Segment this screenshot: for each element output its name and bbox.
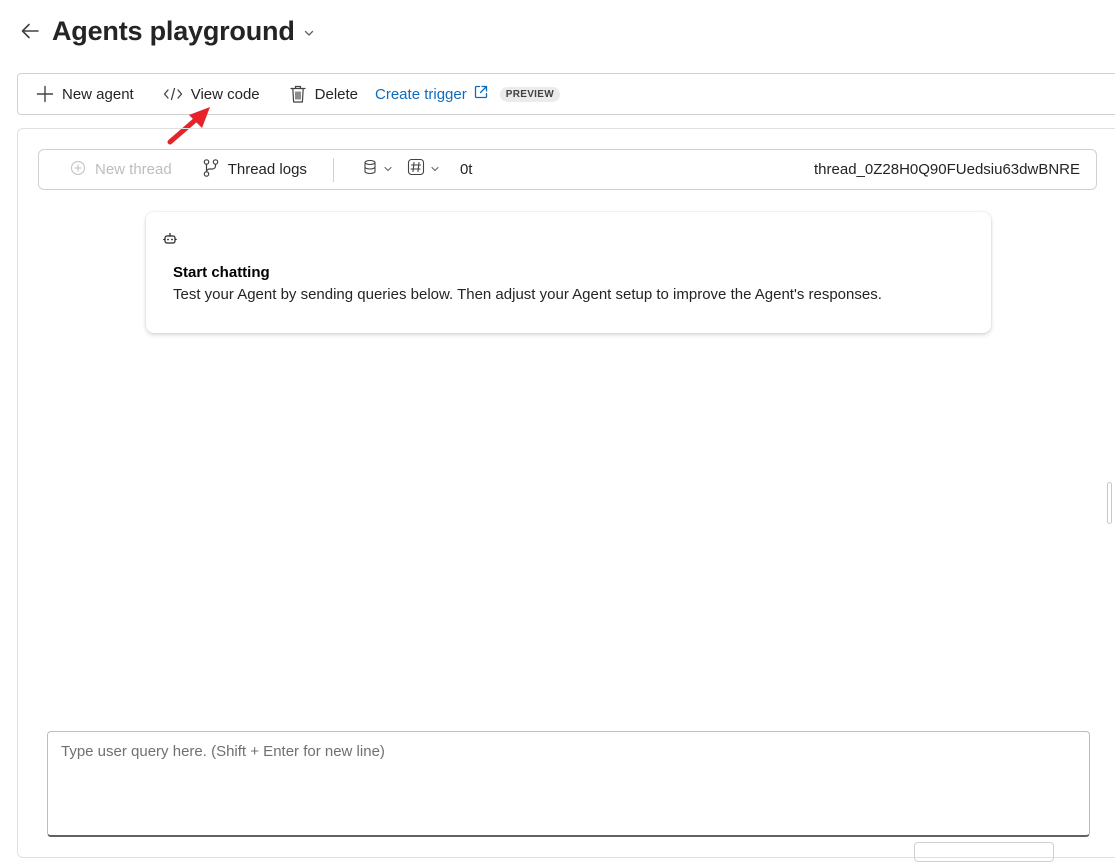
chevron-down-icon	[383, 161, 393, 179]
thread-id: thread_0Z28H0Q90FUedsiu63dwBNRE	[814, 161, 1080, 178]
panel-resize-handle[interactable]	[1107, 482, 1112, 524]
chevron-down-icon[interactable]	[303, 26, 317, 40]
code-icon	[163, 86, 183, 102]
page-title: Agents playground	[52, 15, 295, 46]
bot-icon	[163, 232, 177, 246]
database-icon	[362, 159, 378, 180]
view-code-label: View code	[190, 85, 260, 103]
view-code-button[interactable]: View code	[163, 78, 260, 110]
toolbar-divider	[332, 157, 334, 182]
card-description: Test your Agent by sending queries below…	[173, 286, 882, 303]
back-arrow-icon[interactable]	[18, 19, 42, 43]
user-query-field	[47, 731, 1090, 837]
token-count: 0t	[459, 161, 473, 178]
add-chat-icon	[69, 159, 87, 181]
hash-icon	[407, 158, 425, 181]
database-dropdown[interactable]	[362, 159, 393, 180]
new-thread-button[interactable]: New thread	[69, 159, 172, 181]
delete-button[interactable]: Delete	[289, 78, 358, 110]
thread-bar: New thread Thread logs 0t thread_0Z28H0Q…	[38, 149, 1097, 190]
chevron-down-icon	[430, 161, 440, 179]
delete-label: Delete	[314, 85, 359, 103]
send-button[interactable]	[914, 842, 1054, 862]
thread-logs-label: Thread logs	[227, 161, 307, 178]
card-title: Start chatting	[173, 264, 270, 281]
create-trigger-label: Create trigger	[375, 85, 467, 103]
user-query-input[interactable]	[61, 743, 1076, 824]
plus-icon	[36, 85, 54, 103]
external-link-icon	[473, 84, 489, 104]
start-chatting-card: Start chatting Test your Agent by sendin…	[146, 212, 991, 333]
preview-badge: PREVIEW	[499, 86, 560, 102]
agent-toolbar: New agent View code Delete Create trigge…	[17, 73, 1115, 115]
new-thread-label: New thread	[95, 161, 172, 178]
trash-icon	[289, 84, 307, 104]
create-trigger-link[interactable]: Create trigger PREVIEW	[375, 84, 560, 104]
new-agent-button[interactable]: New agent	[36, 78, 134, 110]
branch-icon	[202, 158, 220, 182]
thread-logs-button[interactable]: Thread logs	[202, 158, 307, 182]
page-header: Agents playground	[18, 14, 317, 48]
hash-dropdown[interactable]	[407, 158, 440, 181]
new-agent-label: New agent	[62, 85, 134, 103]
